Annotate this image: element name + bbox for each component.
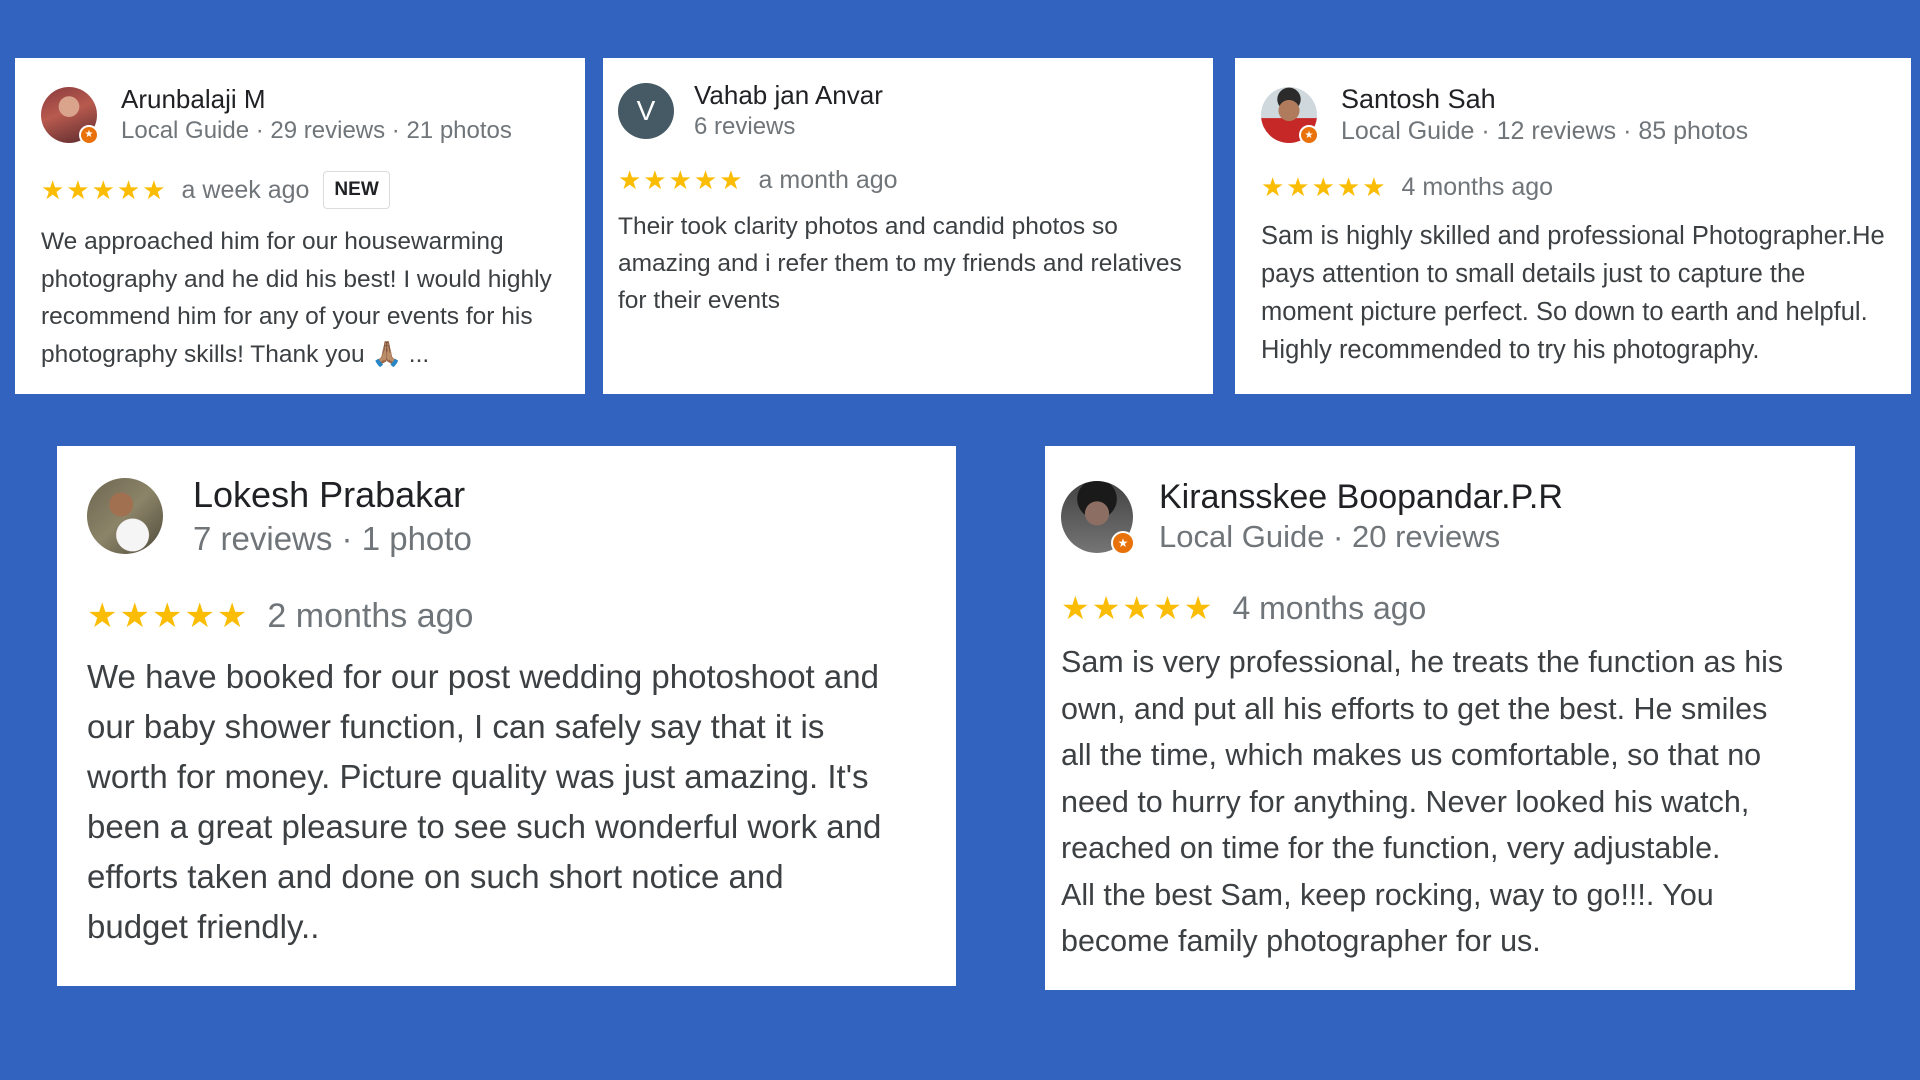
reviewer-meta: 6 reviews: [694, 113, 796, 140]
reviewer-name[interactable]: Arunbalaji M: [121, 84, 512, 115]
reviewer-meta: Local Guide · 29 reviews · 21 photos: [121, 117, 512, 144]
review-card: V Vahab jan Anvar 6 reviews ★★★★★ a mont…: [603, 58, 1213, 394]
star-rating-icon: ★★★★★: [87, 597, 250, 635]
reviewer-meta: 7 reviews · 1 photo: [193, 520, 472, 557]
star-rating-icon: ★★★★★: [1061, 590, 1215, 626]
local-guide-star-icon: ★: [1299, 125, 1319, 145]
rating-row: ★★★★★ 4 months ago: [1261, 172, 1911, 203]
reviewer-header: ★ Santosh Sah Local Guide · 12 reviews ·…: [1261, 84, 1911, 146]
review-card: Lokesh Prabakar 7 reviews · 1 photo ★★★★…: [57, 446, 956, 986]
rating-row: ★★★★★ a month ago: [618, 165, 1213, 196]
review-text: Sam is highly skilled and professional P…: [1261, 222, 1885, 364]
review-time: a week ago: [181, 175, 310, 204]
new-badge: NEW: [323, 171, 390, 209]
review-time: 4 months ago: [1401, 173, 1554, 201]
reviewer-avatar[interactable]: [87, 478, 163, 554]
reviewer-header: V Vahab jan Anvar 6 reviews: [618, 80, 1213, 141]
rating-row: ★★★★★ 2 months ago: [87, 596, 956, 636]
reviewer-header: ★ Kiransskee Boopandar.P.R Local Guide ·…: [1061, 478, 1855, 555]
review-card: ★ Santosh Sah Local Guide · 12 reviews ·…: [1235, 58, 1911, 394]
star-rating-icon: ★★★★★: [41, 174, 168, 205]
reviewer-header: ★ Arunbalaji M Local Guide · 29 reviews …: [41, 84, 585, 145]
star-rating-icon: ★★★★★: [618, 165, 745, 195]
reviewer-header: Lokesh Prabakar 7 reviews · 1 photo: [87, 474, 956, 558]
avatar-letter: V: [636, 94, 656, 126]
review-text: Sam is very professional, he treats the …: [1061, 645, 1784, 958]
star-rating-icon: ★★★★★: [1261, 172, 1388, 202]
review-text: Their took clarity photos and candid pho…: [618, 213, 1182, 314]
reviewer-name[interactable]: Kiransskee Boopandar.P.R: [1159, 478, 1563, 517]
reviewer-meta: Local Guide · 20 reviews: [1159, 519, 1501, 554]
reviewer-avatar[interactable]: ★: [1261, 87, 1319, 145]
reviewer-meta: Local Guide · 12 reviews · 85 photos: [1341, 117, 1749, 145]
reviewer-avatar[interactable]: V: [618, 82, 674, 139]
review-time: a month ago: [758, 166, 898, 194]
review-card: ★ Kiransskee Boopandar.P.R Local Guide ·…: [1045, 446, 1855, 990]
local-guide-star-icon: ★: [1111, 530, 1135, 555]
reviewer-avatar[interactable]: ★: [1061, 480, 1135, 555]
reviewer-avatar[interactable]: ★: [41, 86, 99, 145]
review-time: 2 months ago: [267, 596, 474, 635]
reviewer-name[interactable]: Vahab jan Anvar: [694, 80, 883, 111]
local-guide-star-icon: ★: [79, 124, 99, 145]
review-card: ★ Arunbalaji M Local Guide · 29 reviews …: [15, 58, 585, 394]
review-text: We have booked for our post wedding phot…: [87, 658, 882, 945]
reviewer-name[interactable]: Lokesh Prabakar: [193, 474, 472, 516]
review-text: We approached him for our housewarming p…: [41, 228, 552, 368]
rating-row: ★★★★★ a week ago NEW: [41, 171, 585, 209]
rating-row: ★★★★★ 4 months ago: [1061, 589, 1855, 627]
reviewer-name[interactable]: Santosh Sah: [1341, 84, 1748, 115]
review-time: 4 months ago: [1232, 589, 1427, 626]
